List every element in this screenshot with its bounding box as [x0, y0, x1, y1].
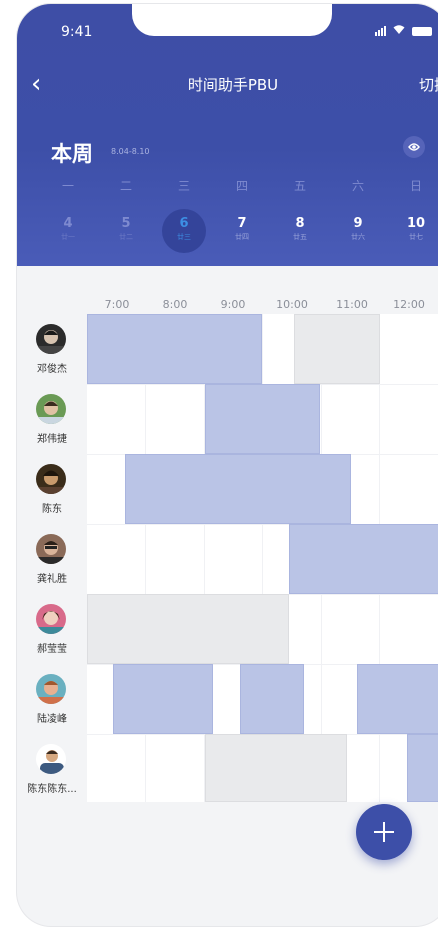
unavailable-block[interactable] — [205, 734, 347, 802]
person-name: 郝莹莹 — [37, 644, 67, 655]
person-row[interactable]: 陆凌峰 — [17, 664, 87, 734]
person-row[interactable]: 陈东 — [17, 454, 87, 524]
date-row: 4 廿一 5 廿二 6 廿三 7 廿四 8 廿五 9 廿六 10 廿七 — [39, 209, 438, 253]
weekday-label: 一 — [61, 179, 74, 193]
weekday-label: 日 — [409, 179, 422, 193]
person-row[interactable]: 陈东陈东... — [17, 734, 87, 804]
weekday-label: 四 — [235, 179, 248, 193]
battery-icon — [412, 26, 432, 36]
busy-block[interactable] — [205, 384, 320, 454]
date-number: 7 — [237, 216, 247, 231]
time-slot-label: 9:00 — [220, 298, 246, 311]
add-button[interactable] — [356, 804, 412, 860]
phone-screen: 9:41 ‹ 时间助手PBU 切换 本周 8.04-8.10 一 — [17, 4, 438, 926]
date-number: 4 — [63, 216, 73, 231]
date-cell[interactable]: 5 廿二 — [97, 209, 155, 253]
avatar — [36, 394, 66, 424]
weekday-label: 六 — [351, 179, 364, 193]
lunar-date: 廿四 — [235, 233, 249, 241]
date-number: 8 — [295, 216, 305, 231]
person-name: 陈东 — [42, 504, 62, 515]
date-cell[interactable]: 10 廿七 — [387, 209, 438, 253]
page-title: 时间助手PBU — [187, 76, 279, 94]
busy-block[interactable] — [357, 664, 438, 734]
notch — [132, 4, 332, 36]
person-name: 郑伟捷 — [37, 434, 67, 445]
avatar — [36, 324, 66, 354]
time-slot-label: 11:00 — [336, 298, 368, 311]
time-slot-label: 7:00 — [104, 298, 130, 311]
schedule-grid[interactable] — [87, 314, 438, 802]
avatar — [36, 744, 66, 774]
person-row[interactable]: 郝莹莹 — [17, 594, 87, 664]
header: 9:41 ‹ 时间助手PBU 切换 本周 8.04-8.10 一 — [17, 4, 438, 266]
weekday-label: 二 — [119, 179, 132, 193]
person-name: 陈东陈东... — [27, 784, 77, 795]
signal-icon — [375, 26, 386, 36]
person-name: 龚礼胜 — [37, 574, 67, 585]
person-row[interactable]: 郑伟捷 — [17, 384, 87, 454]
busy-block[interactable] — [125, 454, 351, 524]
switch-button[interactable]: 切换 — [419, 74, 438, 95]
time-slot-label: 12:00 — [393, 298, 425, 311]
date-number: 6 — [179, 216, 189, 231]
date-number: 9 — [353, 216, 363, 231]
date-cell[interactable]: 7 廿四 — [213, 209, 271, 253]
weekday-row: 一 二 三 四 五 六 日 — [39, 177, 438, 194]
unavailable-block[interactable] — [87, 594, 289, 664]
avatar — [36, 534, 66, 564]
wifi-icon — [392, 24, 406, 38]
time-slot-label: 10:00 — [276, 298, 308, 311]
lunar-date: 廿五 — [293, 233, 307, 241]
date-number: 10 — [406, 216, 426, 231]
person-row[interactable]: 邓俊杰 — [17, 314, 87, 384]
status-time: 9:41 — [61, 24, 93, 40]
status-icons — [375, 24, 432, 38]
busy-block[interactable] — [240, 664, 304, 734]
person-name: 陆凌峰 — [37, 714, 67, 725]
date-cell[interactable]: 8 廿五 — [271, 209, 329, 253]
date-cell-selected[interactable]: 6 廿三 — [155, 209, 213, 253]
date-number: 5 — [121, 216, 131, 231]
unavailable-block[interactable] — [294, 314, 380, 384]
avatar — [36, 674, 66, 704]
week-title: 本周 — [51, 142, 93, 166]
week-range: 8.04-8.10 — [111, 147, 150, 156]
date-cell[interactable]: 9 廿六 — [329, 209, 387, 253]
weekday-label: 五 — [293, 179, 306, 193]
lunar-date: 廿一 — [61, 233, 75, 241]
busy-block[interactable] — [113, 664, 213, 734]
weekday-label: 三 — [177, 179, 190, 193]
eye-icon[interactable] — [403, 136, 425, 158]
person-name: 邓俊杰 — [37, 364, 67, 375]
busy-block[interactable] — [87, 314, 262, 384]
person-row[interactable]: 龚礼胜 — [17, 524, 87, 594]
lunar-date: 廿六 — [351, 233, 365, 241]
busy-block[interactable] — [407, 734, 438, 802]
lunar-date: 廿七 — [409, 233, 423, 241]
avatar — [36, 464, 66, 494]
lunar-date: 廿二 — [119, 233, 133, 241]
time-slot-label: 8:00 — [162, 298, 188, 311]
avatar — [36, 604, 66, 634]
lunar-date: 廿三 — [177, 233, 191, 241]
date-cell[interactable]: 4 廿一 — [39, 209, 97, 253]
busy-block[interactable] — [289, 524, 438, 594]
